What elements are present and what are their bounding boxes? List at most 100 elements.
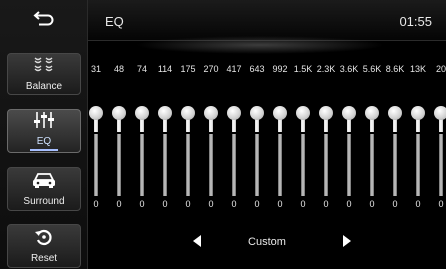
gain-value: 0 [93,199,99,209]
slider-knob[interactable] [342,106,356,120]
slider-knob[interactable] [365,106,379,120]
slider-track [255,134,259,196]
car-icon [31,171,57,194]
eq-slider[interactable] [111,106,127,196]
slider-track [439,134,443,196]
slider-stem [324,118,328,132]
eq-slider[interactable] [364,106,380,196]
eq-slider[interactable] [134,106,150,196]
slider-track [347,134,351,196]
back-arrow-icon [32,10,55,31]
header-bar: EQ 01:55 [88,0,446,41]
eq-slider[interactable] [433,106,446,196]
frequency-label: 20 [435,64,446,74]
gain-value: 0 [162,199,168,209]
slider-track [186,134,190,196]
gain-value: 0 [346,199,352,209]
sidebar-item-reset[interactable]: Reset [7,224,81,268]
back-button[interactable] [0,0,87,40]
slider-knob[interactable] [89,106,103,120]
slider-knob[interactable] [227,106,241,120]
eq-slider[interactable] [295,106,311,196]
slider-knob[interactable] [250,106,264,120]
sidebar-item-eq[interactable]: EQ [7,109,81,153]
sidebar: Balance EQ Surround Reset [0,0,88,269]
slider-track [393,134,397,196]
gain-value: 0 [116,199,122,209]
eq-slider[interactable] [272,106,288,196]
slider-track [416,134,420,196]
slider-knob[interactable] [319,106,333,120]
active-indicator [30,149,58,151]
equalizer-sliders-icon [33,111,55,134]
triangle-left-icon [192,234,202,252]
gain-value: 0 [277,199,283,209]
sidebar-item-label: Balance [25,81,63,92]
gain-value: 0 [139,199,145,209]
gain-value: 0 [185,199,191,209]
slider-track [232,134,236,196]
slider-track [140,134,144,196]
gain-value: 0 [415,199,421,209]
eq-slider[interactable] [410,106,426,196]
slider-knob[interactable] [112,106,126,120]
slider-knob[interactable] [388,106,402,120]
slider-stem [255,118,259,132]
slider-stem [439,118,443,132]
eq-slider[interactable] [249,106,265,196]
sidebar-item-label: EQ [36,136,52,147]
frequency-labels: 31 48 74 114 175 270 417 643 992 1.5K 2.3K 3.6K 5.6K… [84,64,446,78]
slider-knob[interactable] [411,106,425,120]
slider-knob[interactable] [434,106,446,120]
gain-value: 0 [323,199,329,209]
sidebar-item-label: Reset [30,253,58,264]
slider-stem [140,118,144,132]
slider-knob[interactable] [273,106,287,120]
slider-track [117,134,121,196]
slider-knob[interactable] [181,106,195,120]
slider-knob[interactable] [296,106,310,120]
slider-track [301,134,305,196]
sidebar-item-label: Surround [23,196,65,207]
triangle-right-icon [342,234,352,252]
slider-stem [370,118,374,132]
sidebar-item-surround[interactable]: Surround [7,167,81,211]
slider-track [94,134,98,196]
slider-knob[interactable] [158,106,172,120]
balance-speakers-icon [32,56,56,79]
slider-stem [393,118,397,132]
gain-value: 0 [300,199,306,209]
preset-selector: Custom [88,230,446,256]
eq-slider[interactable] [157,106,173,196]
clock: 01:55 [399,14,432,29]
eq-slider[interactable] [88,106,104,196]
slider-stem [163,118,167,132]
preset-prev-button[interactable] [189,235,205,251]
preset-name: Custom [248,236,286,248]
eq-slider[interactable] [226,106,242,196]
sidebar-item-balance[interactable]: Balance [7,53,81,95]
eq-slider[interactable] [341,106,357,196]
eq-slider[interactable] [203,106,219,196]
preset-next-button[interactable] [339,235,355,251]
slider-stem [278,118,282,132]
slider-stem [416,118,420,132]
eq-slider[interactable] [318,106,334,196]
slider-stem [209,118,213,132]
eq-slider[interactable] [387,106,403,196]
slider-track [370,134,374,196]
slider-knob[interactable] [204,106,218,120]
slider-stem [117,118,121,132]
slider-stem [301,118,305,132]
eq-slider[interactable] [180,106,196,196]
slider-track [209,134,213,196]
page-title: EQ [105,14,124,29]
reset-icon [34,228,54,251]
gain-value: 0 [392,199,398,209]
slider-stem [232,118,236,132]
slider-knob[interactable] [135,106,149,120]
slider-track [324,134,328,196]
slider-stem [347,118,351,132]
header-glow [135,36,385,54]
gain-value: 0 [438,199,444,209]
